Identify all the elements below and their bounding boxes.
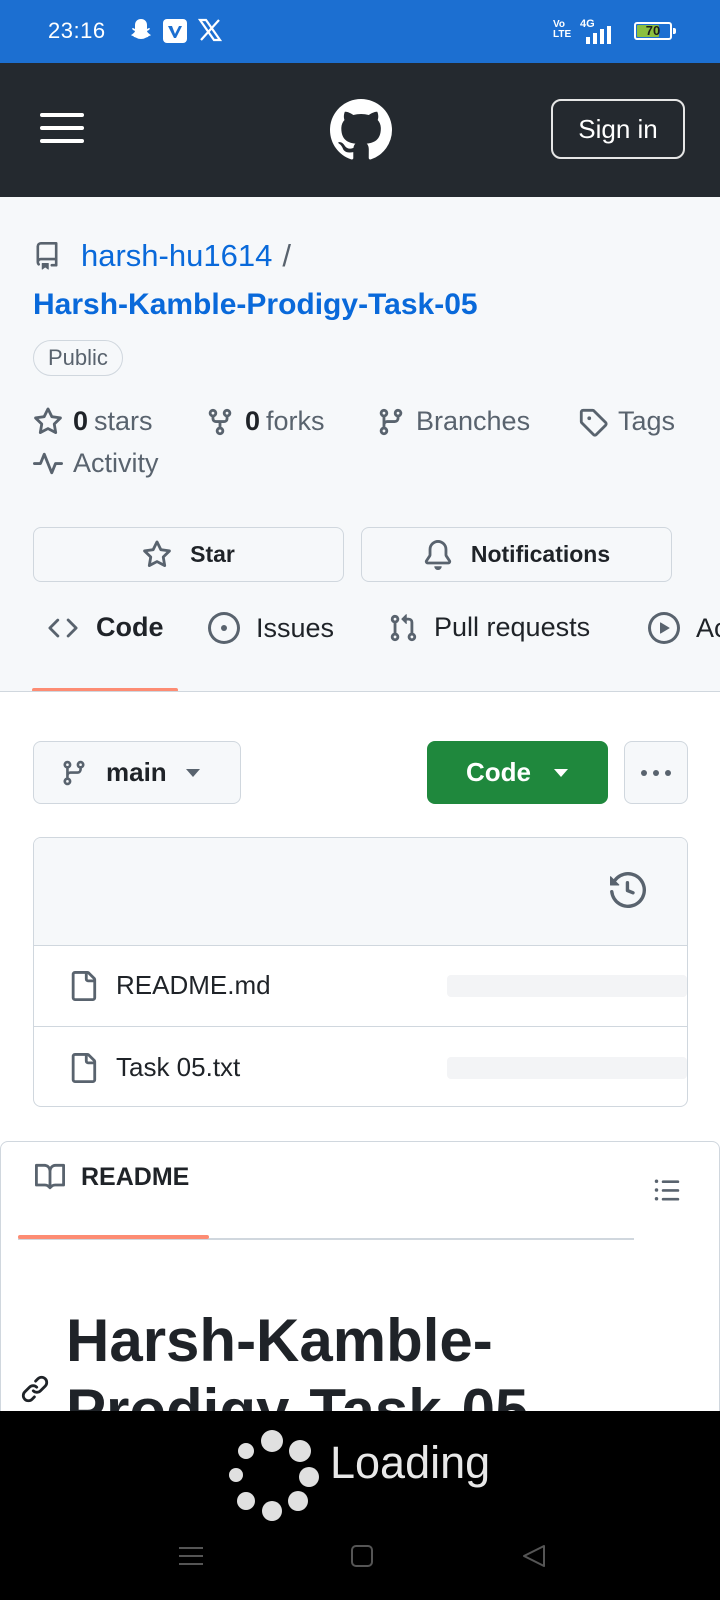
link-anchor-icon[interactable] bbox=[20, 1374, 50, 1404]
signal-icon bbox=[584, 26, 614, 44]
caret-down-icon bbox=[185, 768, 201, 778]
git-branch-icon bbox=[376, 407, 406, 437]
battery-nub bbox=[673, 28, 676, 34]
star-button[interactable]: Star bbox=[33, 527, 344, 582]
tab-pull-requests[interactable]: Pull requests bbox=[388, 612, 590, 643]
branch-selector[interactable]: main bbox=[33, 741, 241, 804]
visibility-badge: Public bbox=[33, 340, 123, 376]
play-icon bbox=[648, 612, 680, 644]
file-row[interactable]: README.md bbox=[34, 945, 687, 1027]
repo-icon bbox=[33, 241, 61, 271]
forks-count: 0 bbox=[245, 406, 261, 436]
branch-name: main bbox=[106, 757, 167, 787]
code-dropdown-button[interactable]: Code bbox=[427, 741, 608, 804]
activity-label: Activity bbox=[73, 448, 159, 478]
tag-icon bbox=[578, 407, 608, 437]
book-icon bbox=[33, 1162, 67, 1192]
tab-code-label: Code bbox=[96, 612, 164, 642]
tab-pull-requests-label: Pull requests bbox=[434, 612, 591, 642]
path-separator: / bbox=[282, 238, 291, 273]
pulse-icon bbox=[33, 449, 63, 479]
repo-forked-icon bbox=[205, 407, 235, 437]
tab-issues[interactable]: Issues bbox=[208, 612, 334, 644]
stars-count: 0 bbox=[73, 406, 89, 436]
loading-skeleton bbox=[447, 1056, 687, 1079]
file-icon bbox=[68, 969, 98, 1003]
star-button-label: Star bbox=[190, 541, 235, 567]
readme-tab[interactable]: README bbox=[33, 1162, 189, 1192]
tags-label: Tags bbox=[618, 406, 676, 436]
bell-icon bbox=[423, 539, 453, 570]
recent-apps-icon[interactable] bbox=[178, 1544, 204, 1568]
status-bar: 23:16 Vo LTE 4G 70 bbox=[0, 0, 720, 63]
spinner-icon bbox=[222, 1427, 322, 1527]
branches-label: Branches bbox=[416, 406, 531, 436]
star-icon bbox=[33, 406, 63, 437]
tab-issues-label: Issues bbox=[256, 612, 335, 643]
tags-link[interactable]: Tags bbox=[578, 406, 675, 437]
tab-actions-label: Ac bbox=[696, 612, 720, 643]
battery-icon: 70 bbox=[634, 22, 676, 40]
x-logo-icon bbox=[198, 18, 222, 42]
hamburger-icon[interactable] bbox=[40, 113, 84, 143]
stars-label: stars bbox=[94, 406, 153, 436]
readme-heading-line: Harsh-Kamble- bbox=[66, 1307, 493, 1374]
code-button-label: Code bbox=[466, 757, 531, 787]
star-icon bbox=[142, 539, 172, 570]
site-header: Sign in bbox=[0, 63, 720, 197]
volte-label: Vo LTE bbox=[553, 19, 572, 40]
history-icon[interactable] bbox=[610, 872, 646, 908]
forks-label: forks bbox=[266, 406, 325, 436]
notifications-button[interactable]: Notifications bbox=[361, 527, 672, 582]
hamburger-line bbox=[40, 139, 84, 143]
snapchat-icon bbox=[130, 18, 152, 42]
code-icon bbox=[46, 613, 80, 643]
file-list-header bbox=[34, 838, 687, 946]
issue-opened-icon bbox=[208, 612, 240, 644]
stars-link[interactable]: 0 stars bbox=[33, 406, 153, 437]
vimeo-app-icon bbox=[162, 18, 188, 44]
volte-indicator: Vo LTE bbox=[553, 19, 572, 40]
repo-owner-line: harsh-hu1614 / bbox=[33, 238, 291, 274]
repo-owner-link[interactable]: harsh-hu1614 bbox=[81, 238, 272, 274]
kebab-horizontal-icon bbox=[639, 769, 673, 777]
file-name[interactable]: README.md bbox=[116, 970, 271, 1001]
readme-tab-indicator bbox=[18, 1235, 209, 1239]
home-icon[interactable] bbox=[350, 1544, 374, 1568]
forks-link[interactable]: 0 forks bbox=[205, 406, 325, 437]
file-icon bbox=[68, 1051, 98, 1085]
tab-actions[interactable]: Ac bbox=[648, 612, 720, 644]
notifications-button-label: Notifications bbox=[470, 541, 611, 567]
battery-level: 70 bbox=[645, 23, 661, 38]
readme-tab-label: README bbox=[81, 1162, 190, 1191]
file-row[interactable]: Task 05.txt bbox=[34, 1027, 687, 1106]
status-time: 23:16 bbox=[48, 18, 106, 43]
hamburger-line bbox=[40, 126, 84, 130]
sign-in-button[interactable]: Sign in bbox=[551, 99, 685, 159]
more-options-button[interactable] bbox=[624, 741, 688, 804]
tab-code[interactable]: Code bbox=[46, 612, 164, 643]
tabs-divider bbox=[0, 691, 720, 692]
file-list: README.md Task 05.txt bbox=[33, 837, 688, 1107]
back-icon[interactable] bbox=[521, 1544, 547, 1568]
git-pull-request-icon bbox=[388, 613, 418, 643]
loading-text: Loading bbox=[330, 1437, 491, 1488]
file-name[interactable]: Task 05.txt bbox=[116, 1052, 240, 1083]
git-branch-icon bbox=[60, 759, 88, 787]
caret-down-icon bbox=[553, 768, 569, 778]
list-unordered-icon[interactable] bbox=[652, 1176, 682, 1204]
github-logo-icon[interactable] bbox=[330, 99, 392, 161]
hamburger-line bbox=[40, 113, 84, 117]
branches-link[interactable]: Branches bbox=[376, 406, 530, 437]
activity-link[interactable]: Activity bbox=[33, 448, 159, 479]
loading-skeleton bbox=[447, 974, 687, 997]
repo-name-link[interactable]: Harsh-Kamble-Prodigy-Task-05 bbox=[33, 288, 478, 322]
